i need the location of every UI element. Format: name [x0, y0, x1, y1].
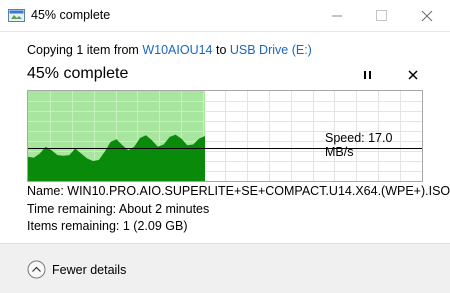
speed-graph: Speed: 17.0 MB/s [27, 90, 423, 182]
pause-button[interactable] [358, 66, 378, 84]
progress-heading: 45% complete [27, 65, 129, 82]
copy-summary: Copying 1 item from W10AIOU14 to USB Dri… [27, 43, 312, 57]
maximize-button[interactable] [359, 0, 404, 31]
pause-icon [364, 71, 371, 79]
copy-prefix: Copying 1 item from [27, 43, 143, 57]
close-icon [408, 70, 418, 80]
destination-link[interactable]: USB Drive (E:) [230, 43, 312, 57]
close-button[interactable] [404, 0, 449, 31]
details-panel: Name: WIN10.PRO.AIO.SUPERLITE+SE+COMPACT… [27, 183, 450, 236]
speed-label: Speed: 17.0 MB/s [325, 131, 393, 159]
fewer-details-label: Fewer details [52, 263, 127, 277]
file-name: Name: WIN10.PRO.AIO.SUPERLITE+SE+COMPACT… [27, 184, 450, 198]
title-bar: 45% complete [0, 0, 450, 32]
chevron-up-circle-icon [27, 260, 46, 279]
source-link[interactable]: W10AIOU14 [142, 43, 212, 57]
items-remaining: Items remaining: 1 (2.09 GB) [27, 219, 188, 233]
maximize-icon [376, 10, 387, 21]
copy-dialog-body: Copying 1 item from W10AIOU14 to USB Dri… [0, 32, 450, 243]
cancel-button[interactable] [403, 66, 423, 84]
minimize-icon [332, 15, 342, 17]
file-copy-icon [8, 9, 25, 22]
close-icon [421, 10, 433, 22]
window-title: 45% complete [31, 8, 111, 22]
time-remaining: Time remaining: About 2 minutes [27, 201, 210, 216]
copy-middle: to [212, 43, 230, 57]
dialog-footer: Fewer details [0, 243, 450, 293]
minimize-button[interactable] [314, 0, 359, 31]
